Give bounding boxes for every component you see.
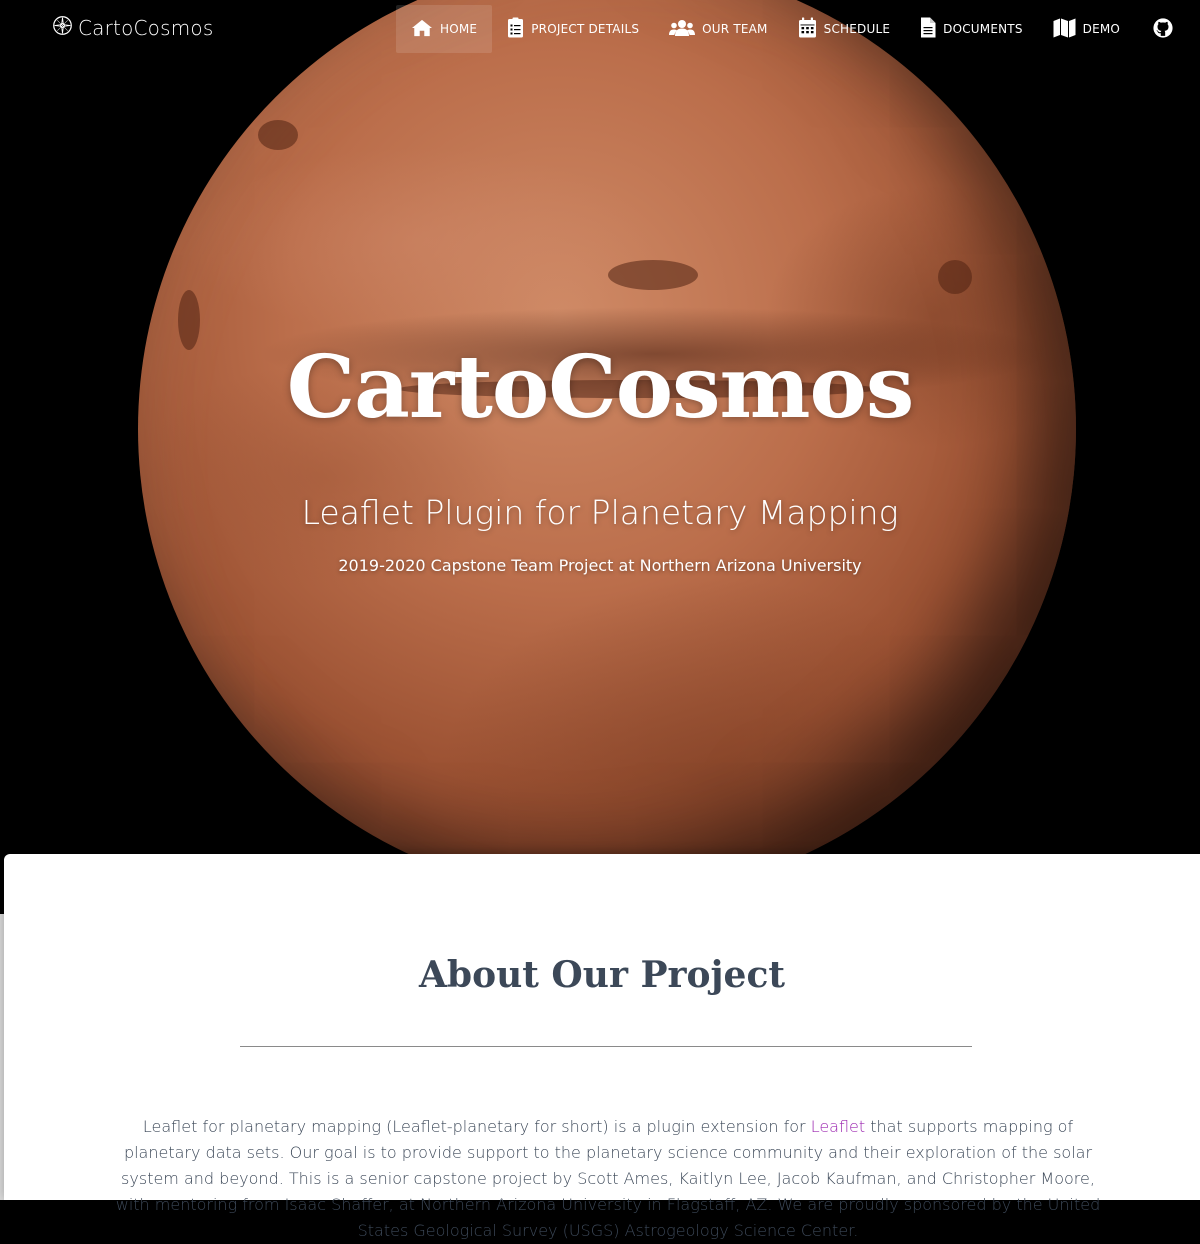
users-icon: [669, 19, 702, 40]
nav-item-label: Our Team: [702, 22, 768, 36]
nav-item-github[interactable]: [1135, 5, 1185, 53]
nav-item-schedule[interactable]: Schedule: [783, 5, 906, 53]
leaflet-link[interactable]: Leaflet: [811, 1117, 865, 1136]
compass-icon: [52, 15, 78, 41]
hero-subtitle: Leaflet Plugin for Planetary Mapping: [301, 493, 899, 532]
top-navbar: CartoCosmos Home Project Details: [0, 0, 1200, 56]
nav-item-label: Documents: [943, 22, 1023, 36]
hero-title: CartoCosmos: [286, 337, 915, 438]
file-icon: [920, 17, 943, 41]
brand-name: CartoCosmos: [78, 16, 214, 40]
nav-item-label: Project Details: [531, 22, 640, 36]
hero-section: CartoCosmos Leaflet Plugin for Planetary…: [0, 0, 1200, 915]
about-text-before-link: Leaflet for planetary mapping (Leaflet-p…: [142, 1117, 811, 1136]
nav-item-demo[interactable]: Demo: [1038, 5, 1135, 53]
nav-menu: Home Project Details: [396, 5, 1185, 53]
about-heading: About Our Project: [418, 954, 785, 996]
section-divider: [240, 1046, 972, 1047]
nav-item-label: Schedule: [823, 22, 891, 36]
nav-item-label: Demo: [1082, 22, 1121, 36]
nav-item-label: Home: [440, 22, 478, 36]
brand-link[interactable]: CartoCosmos: [52, 14, 213, 42]
nav-item-our-team[interactable]: Our Team: [654, 5, 782, 53]
about-section: About Our Project Leaflet for planetary …: [4, 854, 1200, 1240]
home-icon: [411, 18, 440, 41]
clipboard-list-icon: [507, 17, 531, 41]
calendar-icon: [798, 17, 824, 41]
nav-item-home[interactable]: Home: [396, 5, 493, 53]
nav-item-documents[interactable]: Documents: [905, 5, 1038, 53]
about-paragraph: Leaflet for planetary mapping (Leaflet-p…: [108, 1114, 1108, 1244]
mars-planet-image: [138, 0, 1076, 898]
github-icon: [1153, 17, 1173, 41]
map-icon: [1053, 18, 1083, 41]
nav-item-project-details[interactable]: Project Details: [492, 5, 654, 53]
hero-caption: 2019-2020 Capstone Team Project at North…: [338, 556, 862, 575]
